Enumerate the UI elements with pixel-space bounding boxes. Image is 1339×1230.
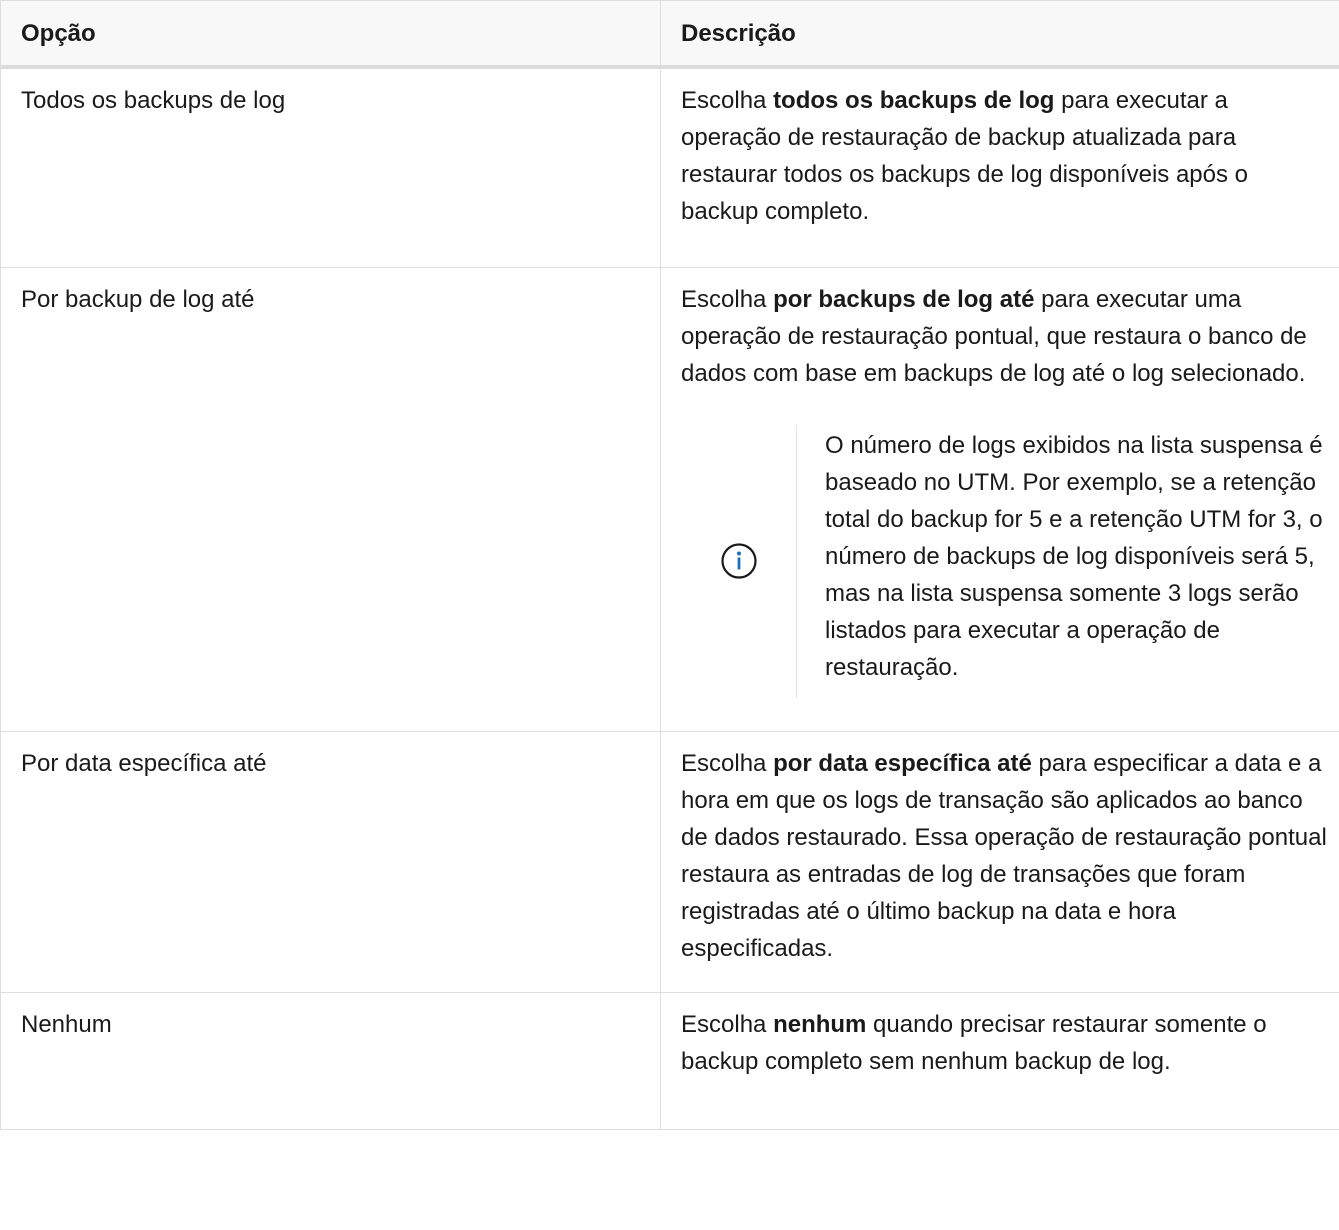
description-text: Escolha por data específica até para esp… bbox=[681, 750, 1327, 962]
description-keyword: nenhum bbox=[773, 1010, 867, 1038]
table-row: Por backup de log até Escolha por backup… bbox=[0, 267, 1339, 732]
description-lead: Escolha bbox=[681, 87, 774, 114]
description-keyword: por backups de log até bbox=[773, 285, 1035, 313]
info-circle-icon bbox=[720, 542, 758, 580]
option-cell: Nenhum bbox=[0, 992, 661, 1130]
header-option: Opção bbox=[0, 0, 661, 69]
description-text: Escolha todos os backups de log para exe… bbox=[681, 87, 1248, 225]
description-text: Escolha por backups de log até para exec… bbox=[681, 286, 1307, 387]
description-text: Escolha nenhum quando precisar restaurar… bbox=[681, 1011, 1267, 1075]
table-header-row: Opção Descrição bbox=[0, 0, 1339, 69]
description-cell: Escolha por backups de log até para exec… bbox=[660, 267, 1339, 732]
description-keyword: todos os backups de log bbox=[773, 87, 1055, 114]
options-table: Opção Descrição Todos os backups de log … bbox=[0, 0, 1339, 1130]
description-lead: Escolha bbox=[681, 1010, 774, 1038]
table-row: Todos os backups de log Escolha todos os… bbox=[0, 67, 1339, 268]
description-lead: Escolha bbox=[681, 749, 774, 777]
description-rest: para especificar a data e a hora em que … bbox=[681, 749, 1327, 962]
option-cell: Por data específica até bbox=[0, 731, 661, 993]
description-lead: Escolha bbox=[681, 285, 774, 313]
option-cell: Por backup de log até bbox=[0, 267, 661, 732]
description-cell: Escolha todos os backups de log para exe… bbox=[660, 67, 1339, 268]
description-keyword: por data específica até bbox=[773, 749, 1032, 777]
info-note: O número de logs exibidos na lista suspe… bbox=[681, 424, 1329, 698]
table-row: Por data específica até Escolha por data… bbox=[0, 731, 1339, 993]
table-row: Nenhum Escolha nenhum quando precisar re… bbox=[0, 992, 1339, 1130]
description-cell: Escolha nenhum quando precisar restaurar… bbox=[660, 992, 1339, 1130]
option-cell: Todos os backups de log bbox=[0, 67, 661, 268]
description-cell: Escolha por data específica até para esp… bbox=[660, 731, 1339, 993]
note-text: O número de logs exibidos na lista suspe… bbox=[825, 431, 1323, 681]
note-icon-container bbox=[681, 424, 797, 698]
header-description: Descrição bbox=[660, 0, 1339, 69]
